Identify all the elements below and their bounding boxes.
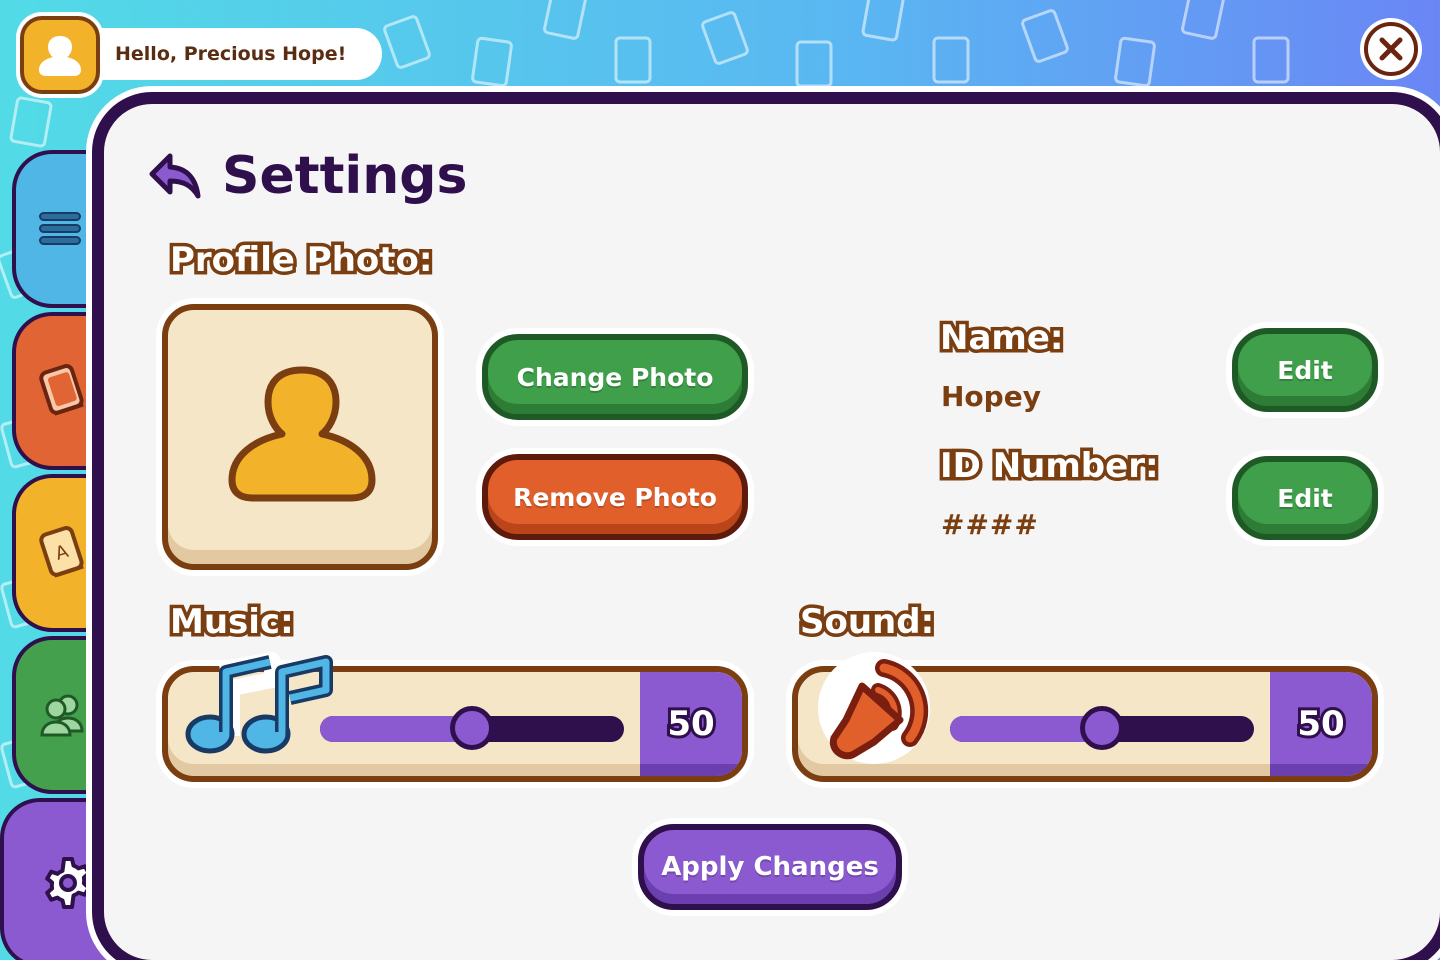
- music-label: Music:: [167, 599, 298, 646]
- name-value: Hopey: [941, 380, 1041, 413]
- user-avatar[interactable]: [20, 16, 100, 94]
- remove-photo-button[interactable]: Remove Photo: [482, 454, 748, 540]
- user-icon: [39, 36, 81, 76]
- close-icon: [1379, 37, 1403, 61]
- gear-icon: [45, 857, 91, 909]
- id-number-value: ####: [941, 508, 1039, 541]
- sound-value: 50: [1270, 672, 1372, 776]
- music-note-icon: [185, 652, 333, 754]
- greeting-banner: Hello, Precious Hope!: [60, 28, 382, 80]
- profile-photo: [162, 304, 438, 570]
- menu-icon: [39, 212, 81, 245]
- sound-slider-knob[interactable]: [1080, 706, 1124, 750]
- id-number-label: ID Number:: [937, 443, 1163, 490]
- sound-label: Sound:: [796, 599, 937, 646]
- users-icon: [40, 694, 84, 737]
- close-button[interactable]: [1364, 22, 1418, 76]
- speaker-icon: [818, 652, 930, 764]
- back-arrow-icon[interactable]: [146, 150, 204, 202]
- music-slider-knob[interactable]: [450, 706, 494, 750]
- edit-id-button[interactable]: Edit: [1232, 456, 1378, 540]
- music-value: 50: [640, 672, 742, 776]
- apply-changes-button[interactable]: Apply Changes: [638, 824, 902, 910]
- change-photo-button[interactable]: Change Photo: [482, 334, 748, 420]
- greeting-text: Hello, Precious Hope!: [115, 43, 347, 65]
- page-title: Settings: [222, 146, 468, 206]
- dictionary-icon: A: [39, 526, 84, 578]
- edit-name-button[interactable]: Edit: [1232, 328, 1378, 412]
- profile-photo-label: Profile Photo:: [167, 237, 436, 284]
- book-icon: [39, 364, 84, 416]
- profile-placeholder-icon: [228, 366, 376, 502]
- name-label: Name:: [936, 315, 1067, 362]
